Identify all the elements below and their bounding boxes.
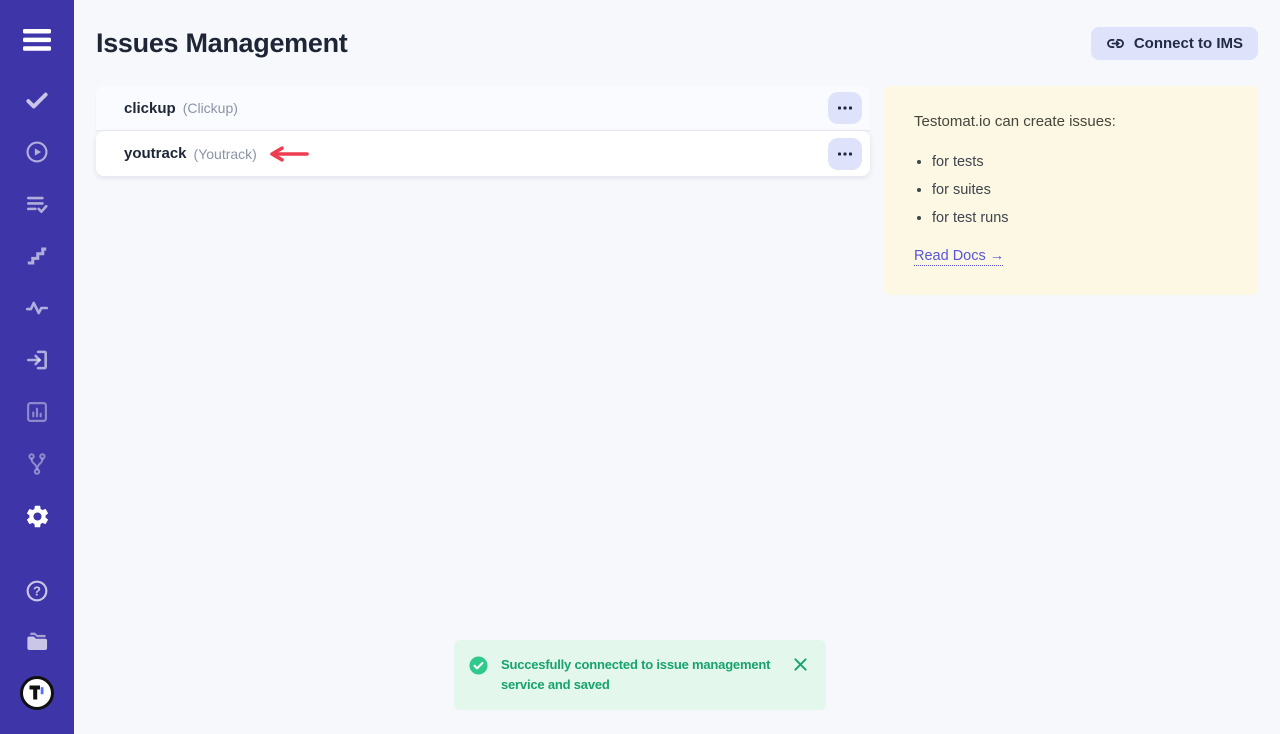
branch-icon — [24, 451, 50, 477]
import-icon — [24, 347, 50, 373]
sidebar-item-files[interactable] — [0, 616, 74, 667]
ims-name: youtrack — [124, 145, 187, 162]
page-header: Issues Management Connect to IMS — [96, 0, 1258, 60]
info-bullet-list: for tests for suites for test runs — [932, 154, 1228, 226]
ims-row-youtrack[interactable]: youtrack (Youtrack) — [96, 131, 870, 176]
list-check-icon — [24, 191, 50, 217]
ims-name: clickup — [124, 100, 176, 117]
sidebar-item-reports[interactable] — [0, 386, 74, 438]
sidebar-item-analytics[interactable] — [0, 282, 74, 334]
success-check-icon — [469, 656, 488, 680]
sidebar-item-settings[interactable] — [0, 490, 74, 542]
close-icon — [793, 657, 808, 672]
sidebar-item-branches[interactable] — [0, 438, 74, 490]
info-panel: Testomat.io can create issues: for tests… — [884, 86, 1258, 295]
ims-list: clickup (Clickup) youtrack (Youtrack) — [96, 86, 870, 176]
play-circle-icon — [24, 139, 50, 165]
sidebar: ? — [0, 0, 74, 734]
sidebar-nav — [0, 74, 74, 542]
red-arrow-annotation — [267, 146, 309, 162]
gear-icon — [24, 503, 51, 530]
ellipsis-icon — [838, 152, 852, 156]
toast-close-button[interactable] — [793, 657, 808, 672]
more-options-button[interactable] — [828, 92, 862, 124]
more-options-button[interactable] — [828, 138, 862, 170]
testomat-logo-icon — [19, 675, 55, 711]
page-title: Issues Management — [96, 26, 348, 60]
read-docs-link[interactable]: Read Docs → — [914, 248, 1004, 264]
info-bullet: for tests — [932, 154, 1228, 170]
sidebar-item-help[interactable]: ? — [0, 565, 74, 616]
ellipsis-icon — [838, 106, 852, 110]
sidebar-bottom: ? — [0, 565, 74, 734]
info-panel-title: Testomat.io can create issues: — [914, 113, 1228, 130]
sidebar-item-steps[interactable] — [0, 230, 74, 282]
svg-text:?: ? — [33, 583, 41, 598]
info-bullet: for suites — [932, 182, 1228, 198]
connect-button-label: Connect to IMS — [1134, 35, 1243, 52]
sidebar-item-runs[interactable] — [0, 126, 74, 178]
pulse-icon — [24, 295, 50, 321]
info-bullet: for test runs — [932, 210, 1228, 226]
check-icon — [24, 87, 50, 113]
sidebar-item-tests[interactable] — [0, 74, 74, 126]
bar-chart-icon — [24, 399, 50, 425]
sidebar-item-import[interactable] — [0, 334, 74, 386]
connect-to-ims-button[interactable]: Connect to IMS — [1091, 27, 1258, 60]
ims-row-clickup[interactable]: clickup (Clickup) — [96, 86, 870, 131]
ims-provider: (Youtrack) — [194, 146, 257, 162]
sidebar-item-logo[interactable] — [0, 667, 74, 718]
stairs-icon — [24, 243, 50, 269]
help-icon: ? — [24, 578, 50, 604]
toast-message: Succesfully connected to issue managemen… — [501, 655, 780, 695]
main-content: Issues Management Connect to IMS clickup… — [74, 0, 1280, 295]
sidebar-item-test-plans[interactable] — [0, 178, 74, 230]
ims-provider: (Clickup) — [183, 100, 238, 116]
folder-icon — [24, 628, 51, 655]
hamburger-menu-icon[interactable] — [15, 18, 59, 62]
success-toast: Succesfully connected to issue managemen… — [454, 640, 826, 710]
link-icon — [1106, 34, 1125, 53]
content-area: clickup (Clickup) youtrack (Youtrack) — [96, 86, 1258, 295]
